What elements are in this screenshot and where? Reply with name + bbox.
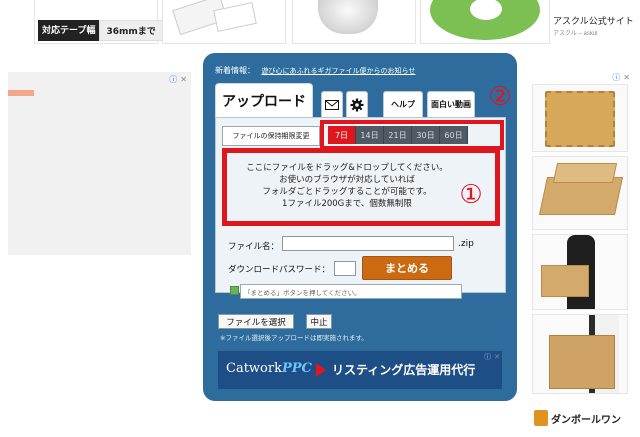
news-link[interactable]: 遊び心にあふれるギガファイル便からのお知らせ bbox=[262, 67, 416, 75]
tape-width-key: 対応テープ幅 bbox=[38, 20, 100, 41]
mail-icon bbox=[325, 99, 339, 110]
tape-width-value: 36mmまで bbox=[99, 20, 163, 41]
day-option-60[interactable]: 60日 bbox=[440, 126, 468, 144]
left-ad-stripe bbox=[8, 90, 34, 96]
bottom-ad-banner[interactable]: CatworkPPC リスティング広告運用代行 ⓘ ✕ bbox=[218, 351, 502, 389]
arrow-icon bbox=[316, 363, 326, 377]
retention-change-label[interactable]: ファイルの保持期限変更 bbox=[222, 126, 320, 146]
message-icon bbox=[230, 286, 239, 295]
mail-button[interactable] bbox=[321, 91, 343, 117]
select-file-button[interactable]: ファイルを選択 bbox=[218, 314, 294, 329]
drop-line-1: ここにファイルをドラッグ&ドロップしてください。 bbox=[246, 163, 448, 173]
day-option-7[interactable]: 7日 bbox=[328, 126, 356, 144]
logo-part-a: Catwork bbox=[226, 361, 282, 376]
drop-line-3: フォルダごとドラッグすることが可能です。 bbox=[262, 187, 432, 197]
day-option-30[interactable]: 30日 bbox=[412, 126, 440, 144]
drop-zone-instructions: ここにファイルをドラッグ&ドロップしてください。 お使いのブラウザが対応していれ… bbox=[232, 162, 462, 210]
cancel-button[interactable]: 中止 bbox=[306, 314, 332, 329]
matomeru-message: 「まとめる」ボタンを押してください。 bbox=[240, 284, 462, 299]
top-ad-strip: 対応テープ幅 36mmまで アスクル公式サイト アスクル – askul bbox=[0, 0, 640, 44]
adchoices-icon-bottom[interactable]: ⓘ ✕ bbox=[484, 352, 500, 362]
upload-note: ※ファイル選択後アップロードは即実施されます。 bbox=[220, 334, 368, 342]
download-password-label: ダウンロードパスワード： bbox=[228, 265, 331, 275]
tab-upload[interactable]: アップロード bbox=[215, 83, 313, 117]
day-option-14[interactable]: 14日 bbox=[356, 126, 384, 144]
adchoices-icon-right[interactable]: ⓘ ✕ bbox=[612, 72, 630, 83]
zip-suffix: .zip bbox=[458, 239, 474, 249]
info-icon[interactable]: ⓘ bbox=[612, 73, 620, 82]
day-option-21[interactable]: 21日 bbox=[384, 126, 412, 144]
drop-line-4: 1ファイル200Gまで、個数無制限 bbox=[282, 199, 412, 209]
tape-width-label: 対応テープ幅 36mmまで bbox=[38, 20, 163, 41]
product-envelope[interactable] bbox=[532, 84, 628, 152]
product-large-box[interactable] bbox=[532, 314, 628, 394]
retention-days-selector: 7日 14日 21日 30日 60日 bbox=[328, 126, 468, 144]
catwork-ppc-logo: CatworkPPC bbox=[226, 361, 312, 376]
product-flat-box[interactable] bbox=[532, 156, 628, 230]
gear-icon bbox=[350, 98, 364, 111]
askul-title[interactable]: アスクル公式サイト bbox=[553, 14, 634, 27]
matomeru-button[interactable]: まとめる bbox=[362, 256, 452, 280]
danboru-one-logo[interactable]: ダンボールワン bbox=[534, 410, 621, 426]
close-icon[interactable]: ✕ bbox=[494, 353, 500, 361]
right-ad-column: ⓘ ✕ bbox=[528, 72, 630, 402]
drop-line-2: お使いのブラウザが対応していれば bbox=[279, 175, 415, 185]
file-name-input[interactable] bbox=[282, 236, 454, 251]
close-icon[interactable]: ✕ bbox=[623, 73, 630, 82]
envelope-image bbox=[545, 91, 615, 147]
news-bar: 新着情報： 遊び心にあふれるギガファイル便からのお知らせ bbox=[215, 65, 415, 76]
close-icon[interactable]: ✕ bbox=[180, 75, 187, 84]
brand-text: ダンボールワン bbox=[551, 414, 621, 426]
left-ad[interactable]: ⓘ ✕ bbox=[8, 72, 191, 255]
download-password-input[interactable] bbox=[334, 261, 356, 276]
carry-box-image bbox=[541, 265, 589, 297]
news-label: 新着情報： bbox=[215, 66, 255, 75]
uploader-panel: 新着情報： 遊び心にあふれるギガファイル便からのお知らせ アップロード ヘルプ … bbox=[203, 53, 517, 401]
info-icon[interactable]: ⓘ bbox=[484, 353, 491, 361]
askul-subtitle: アスクル – askul bbox=[553, 31, 598, 37]
bottom-ad-copy: リスティング広告運用代行 bbox=[332, 363, 476, 377]
file-name-label: ファイル名： bbox=[228, 242, 280, 252]
annotation-marker-two: ② bbox=[488, 82, 512, 112]
tab-fun-videos[interactable]: 面白い動画 bbox=[427, 91, 475, 117]
tab-help[interactable]: ヘルプ bbox=[383, 91, 423, 117]
upload-area: ファイルの保持期限変更 7日 14日 21日 30日 60日 ここにファイルをド… bbox=[215, 117, 506, 299]
settings-button[interactable] bbox=[346, 91, 368, 117]
large-box-image bbox=[549, 335, 615, 389]
logo-part-b: PPC bbox=[281, 361, 312, 376]
info-icon[interactable]: ⓘ bbox=[169, 75, 177, 84]
annotation-marker-one: ① bbox=[459, 180, 483, 210]
box-lid-image bbox=[552, 163, 618, 183]
product-carry-box[interactable] bbox=[532, 234, 628, 310]
brand-icon bbox=[534, 410, 548, 426]
adchoices-icon[interactable]: ⓘ ✕ bbox=[169, 74, 187, 85]
